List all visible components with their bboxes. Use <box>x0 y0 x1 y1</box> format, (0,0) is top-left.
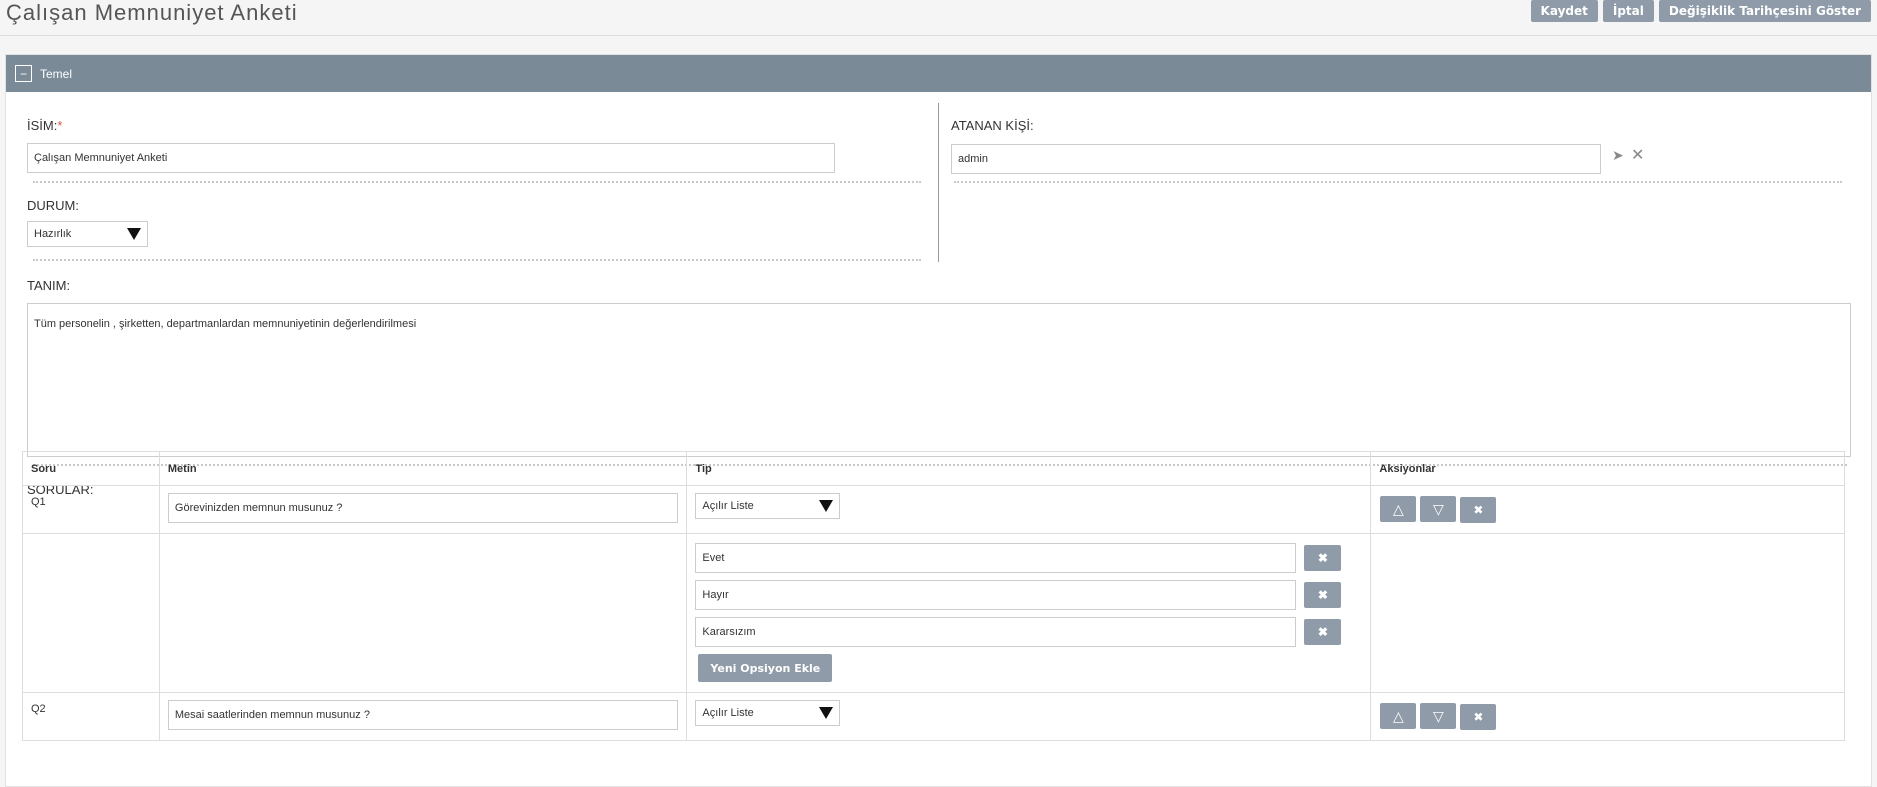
move-up-button[interactable]: △ <box>1380 496 1417 522</box>
option-row: Hayır ✖ <box>695 580 1362 610</box>
panel-title: Temel <box>40 66 73 81</box>
table-header-row: Soru Metin Tip Aksiyonlar <box>22 451 1845 486</box>
table-row: Q2 Mesai saatlerinden memnun musunuz ? A… <box>22 692 1845 741</box>
option-input[interactable]: Evet <box>695 543 1297 573</box>
description-label: TANIM: <box>27 278 71 293</box>
top-actions: Kaydet İptal Değişiklik Tarihçesini Göst… <box>1530 0 1871 22</box>
collapse-toggle-icon[interactable]: − <box>15 65 32 82</box>
assigned-label: ATANAN KİŞİ: <box>951 118 1034 133</box>
move-up-button[interactable]: △ <box>1380 703 1417 729</box>
column-header-aksiyonlar: Aksiyonlar <box>1370 451 1845 486</box>
column-header-soru: Soru <box>22 451 160 486</box>
add-option-button[interactable]: Yeni Opsiyon Ekle <box>698 654 833 682</box>
header-divider <box>0 35 1877 36</box>
chevron-down-icon <box>127 228 141 240</box>
remove-option-button[interactable]: ✖ <box>1304 619 1342 645</box>
option-input[interactable]: Hayır <box>695 580 1297 610</box>
question-id: Q2 <box>22 692 160 741</box>
status-label: DURUM: <box>27 198 79 213</box>
save-button[interactable]: Kaydet <box>1530 0 1598 22</box>
page-title: Çalışan Memnuniyet Anketi <box>6 0 298 25</box>
divider <box>33 181 921 183</box>
question-type-select[interactable]: Açılır Liste <box>695 493 841 519</box>
chevron-down-icon <box>819 500 834 512</box>
remove-question-button[interactable]: ✖ <box>1460 703 1497 730</box>
description-textarea[interactable]: Tüm personelin , şirketten, departmanlar… <box>27 303 1851 457</box>
panel-header[interactable]: − Temel <box>6 55 1871 92</box>
cancel-button[interactable]: İptal <box>1602 0 1654 22</box>
select-user-icon[interactable]: ➤ <box>1612 147 1624 164</box>
show-history-button[interactable]: Değişiklik Tarihçesini Göster <box>1658 0 1871 22</box>
move-down-button[interactable]: ▽ <box>1420 703 1457 729</box>
option-row: Evet ✖ <box>695 543 1362 573</box>
required-mark: * <box>57 118 63 133</box>
column-header-tip: Tip <box>686 451 1372 486</box>
question-type-select[interactable]: Açılır Liste <box>695 700 841 726</box>
remove-question-button[interactable]: ✖ <box>1460 496 1497 523</box>
table-row: Q1 Görevinizden memnun musunuz ? Açılır … <box>22 485 1845 534</box>
column-header-metin: Metin <box>158 451 688 486</box>
option-input[interactable]: Kararsızım <box>695 617 1297 647</box>
column-separator <box>938 103 939 262</box>
chevron-down-icon <box>819 707 834 719</box>
move-down-button[interactable]: ▽ <box>1420 496 1457 522</box>
question-text-input[interactable]: Mesai saatlerinden memnun musunuz ? <box>167 700 679 730</box>
clear-icon[interactable]: ✕ <box>1631 145 1644 165</box>
remove-option-button[interactable]: ✖ <box>1304 545 1342 571</box>
question-text-input[interactable]: Görevinizden memnun musunuz ? <box>167 493 679 523</box>
question-id: Q1 <box>22 485 160 534</box>
status-select[interactable]: Hazırlık <box>27 221 148 247</box>
name-label: İSİM:* <box>27 118 63 133</box>
name-input[interactable]: Çalışan Memnuniyet Anketi <box>27 143 835 173</box>
questions-table: Soru Metin Tip Aksiyonlar Q1 Görevinizde… <box>22 451 1845 741</box>
table-row: Evet ✖ Hayır ✖ Kararsızım ✖ Yeni Opsiyon… <box>22 533 1845 693</box>
assigned-input[interactable]: admin <box>951 144 1601 174</box>
remove-option-button[interactable]: ✖ <box>1304 582 1342 608</box>
divider <box>954 181 1842 183</box>
divider <box>33 259 921 261</box>
option-row: Kararsızım ✖ <box>695 617 1362 647</box>
